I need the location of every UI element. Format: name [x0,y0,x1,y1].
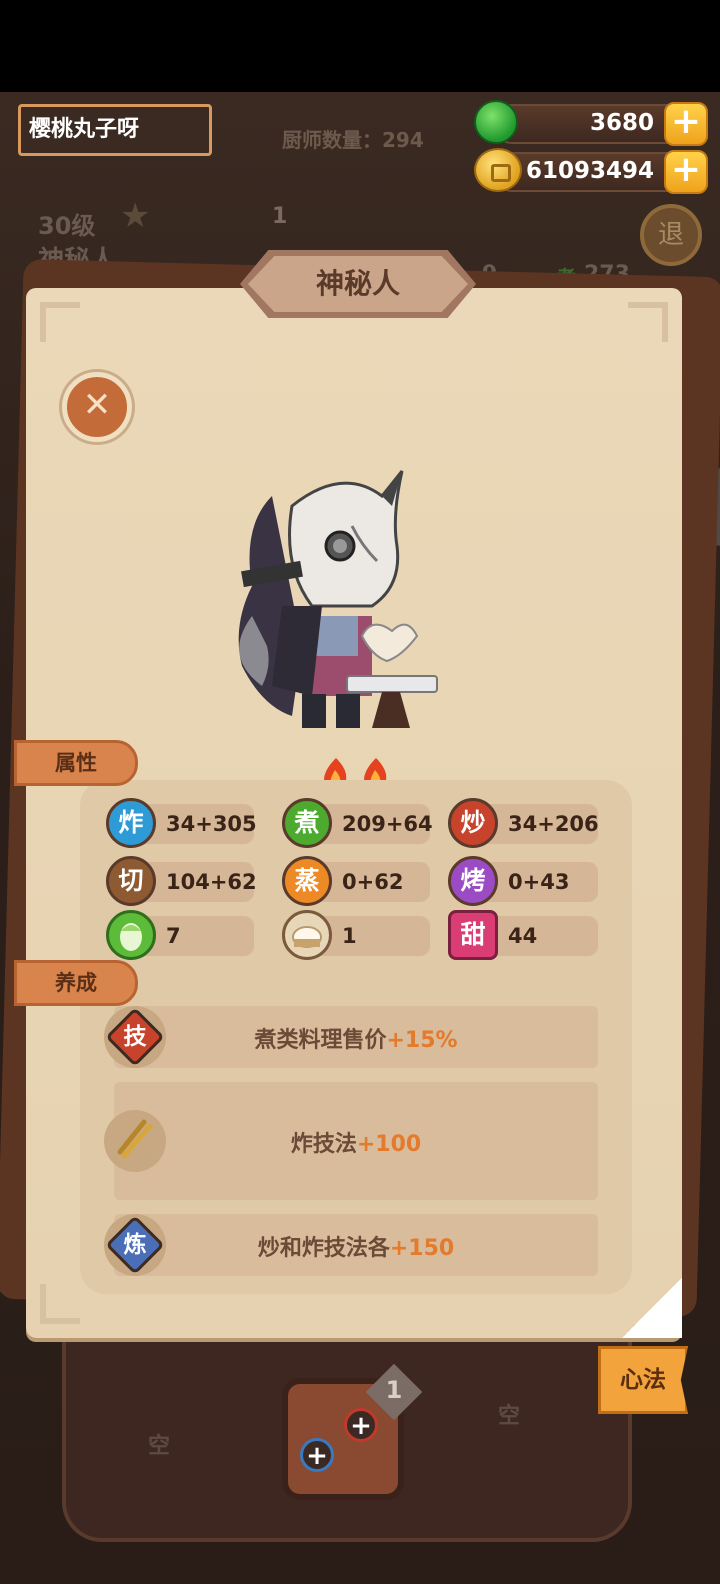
stat-fry: 炸 34+305 [106,798,257,848]
stat-stirfry: 炒 34+206 [448,798,599,848]
vegetable-icon [106,910,156,960]
steam-icon: 蒸 [282,856,332,906]
chef-character-illustration [238,470,438,728]
chef-title: 神秘人 [248,256,468,312]
tab-attributes[interactable]: 属性 [14,740,138,786]
bg-star-icon: ★ [120,196,151,236]
sweet-icon: 甜 [448,910,498,960]
stat-value: 34+305 [166,812,257,836]
back-button[interactable]: 退 [640,204,702,266]
talent-description: 炸技法 [290,1132,357,1157]
stat-value: 7 [166,924,181,948]
skill-text: 煮类料理售价+15% [114,1022,598,1054]
refine-description: 炒和炸技法各 [257,1236,390,1261]
skill-bonus: +15% [386,1028,458,1053]
tab-cultivation[interactable]: 养成 [14,960,138,1006]
player-name[interactable]: 樱桃丸子呀 [18,104,212,156]
chef-count-label: 厨师数量： [282,128,382,152]
stat-steam: 蒸 0+62 [282,856,430,906]
bg-level: 30级 [38,212,96,240]
gem-amount: 3680 [589,110,654,136]
gem-currency: 3680 + [474,100,708,146]
stat-value: 44 [508,924,538,948]
refine-icon-label: 炼 [123,1232,147,1258]
coin-currency: 61093494 + [474,148,708,194]
add-gems-button[interactable]: + [664,102,708,146]
heart-method-button[interactable]: 心法 [598,1346,688,1414]
stat-cut: 切 104+62 [106,856,257,906]
stat-value: 104+62 [166,870,257,894]
stat-sweet: 甜 44 [448,910,598,960]
talent-text: 炸技法+100 [114,1126,598,1158]
corner-ornament [40,302,80,342]
empty-slot-left[interactable]: 空 [148,1428,170,1460]
skill-icon[interactable]: 技 [104,1006,166,1068]
stat-vegetable: 7 [106,910,254,960]
skill-description: 煮类料理售价 [254,1028,387,1053]
add-coins-button[interactable]: + [664,150,708,194]
add-icon[interactable]: + [300,1438,334,1472]
stat-roast: 烤 0+43 [448,856,598,906]
skill-icon-label: 技 [123,1024,147,1050]
status-bar [0,0,720,92]
fry-icon: 炸 [106,798,156,848]
roast-icon: 烤 [448,856,498,906]
stat-value: 34+206 [508,812,599,836]
corner-ornament [40,1284,80,1324]
add-icon[interactable]: + [344,1408,378,1442]
talent-row: 炸技法+100 [114,1082,598,1200]
refine-icon[interactable]: 炼 [104,1214,166,1276]
talent-bonus: +100 [356,1132,422,1157]
stat-boil: 煮 209+64 [282,798,433,848]
refine-text: 炒和炸技法各+150 [114,1230,598,1262]
bun-icon [282,910,332,960]
role-badge-icon[interactable] [62,372,132,442]
chopsticks-icon[interactable] [104,1110,166,1172]
bg-badge: 1 [272,204,288,229]
refine-row: 炒和炸技法各+150 [114,1214,598,1276]
stat-bun: 1 [282,910,430,960]
empty-slot-right[interactable]: 空 [498,1398,520,1430]
stat-value: 209+64 [342,812,433,836]
cut-icon: 切 [106,856,156,906]
gem-icon [474,100,518,144]
slot-level: 1 [385,1376,403,1404]
stat-value: 0+62 [342,870,404,894]
stat-value: 0+43 [508,870,570,894]
refine-bonus: +150 [389,1236,455,1261]
coin-amount: 61093494 [525,158,654,184]
stat-value: 1 [342,924,357,948]
boil-icon: 煮 [282,798,332,848]
coin-icon [474,148,522,192]
skill-row: 煮类料理售价+15% [114,1006,598,1068]
page-fold [622,1278,682,1338]
corner-ornament [628,302,668,342]
chef-count: 厨师数量：294 [282,124,424,153]
stirfry-icon: 炒 [448,798,498,848]
chef-count-value: 294 [382,128,424,152]
